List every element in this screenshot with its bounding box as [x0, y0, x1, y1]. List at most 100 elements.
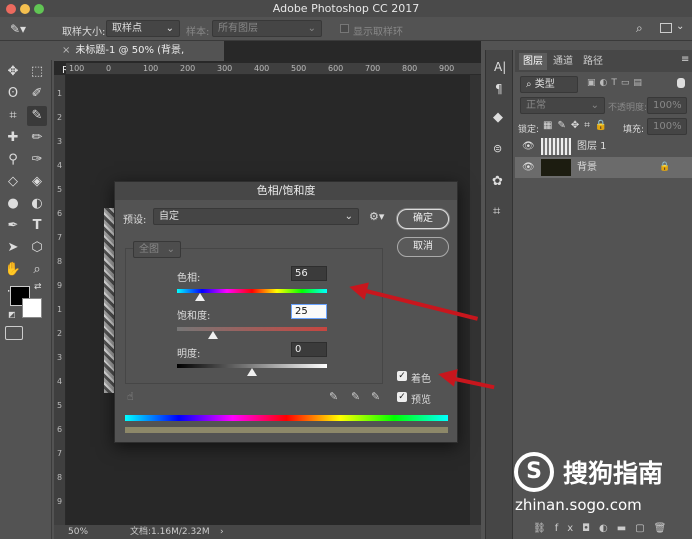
swap-colors-icon[interactable]: ⇄: [34, 282, 42, 292]
blend-mode-select[interactable]: 正常 ⌄: [520, 97, 605, 114]
sample-size-select[interactable]: 取样点 ⌄: [106, 20, 180, 37]
dialog-title: 色相/饱和度: [115, 182, 457, 200]
tab-channels[interactable]: 通道: [553, 53, 573, 70]
visibility-eye-icon[interactable]: 👁: [522, 157, 535, 178]
ruler-tick-label: 6: [57, 425, 63, 434]
type-tool-icon[interactable]: T: [27, 216, 47, 236]
workspace-icon[interactable]: [660, 23, 672, 33]
ruler-tick-label: 9: [57, 497, 63, 506]
zoom-window-button[interactable]: [34, 4, 44, 14]
properties-panel-icon[interactable]: ⊜: [493, 142, 502, 155]
show-ring-checkbox[interactable]: [340, 24, 349, 33]
fill-field[interactable]: 100%: [647, 118, 687, 135]
hue-slider-thumb[interactable]: [195, 293, 205, 301]
path-select-tool-icon[interactable]: ➤: [3, 238, 23, 258]
preset-label: 预设:: [123, 215, 147, 226]
tab-paths[interactable]: 路径: [583, 53, 603, 70]
ruler-tick-label: 2: [57, 329, 63, 338]
eyedropper-icon[interactable]: ✎: [329, 390, 338, 403]
preview-checkbox[interactable]: ✓: [397, 392, 407, 402]
eyedropper-tool-icon[interactable]: ✎: [27, 106, 47, 126]
window-titlebar: Adobe Photoshop CC 2017: [0, 0, 692, 17]
document-tab[interactable]: ×未标题-1 @ 50% (背景, RGB/8*) *: [54, 41, 224, 76]
ruler-tick-label: 600: [328, 64, 344, 73]
hue-saturation-dialog: 色相/饱和度 预设: 自定 ⌄ ⚙▾ 确定 取消 全图 ⌄ 色相: 56 饱和度: …: [114, 181, 458, 443]
eyedropper-icon[interactable]: ✎▾: [10, 22, 26, 36]
paragraph-panel-icon[interactable]: ¶: [495, 82, 503, 96]
cancel-button[interactable]: 取消: [397, 237, 449, 257]
libraries-panel-icon[interactable]: ✿: [492, 174, 503, 189]
tab-layers[interactable]: 图层: [519, 53, 547, 70]
lightness-label: 明度:: [177, 349, 201, 360]
lock-label: 锁定:: [518, 125, 540, 135]
shape-tool-icon[interactable]: ⬡: [27, 238, 47, 258]
options-bar: ✎▾ 取样大小: 取样点 ⌄ 样本: 所有图层 ⌄ 显示取样环 ⌕ ⌄: [0, 17, 692, 41]
layers-panel-icon[interactable]: ◆: [493, 110, 503, 125]
saturation-track[interactable]: [177, 327, 327, 331]
ruler-tick-label: 0: [106, 64, 112, 73]
background-color-swatch[interactable]: [22, 298, 42, 318]
colorize-checkbox[interactable]: ✓: [397, 371, 407, 381]
healing-brush-tool-icon[interactable]: ✚: [3, 128, 23, 148]
ok-button[interactable]: 确定: [397, 209, 449, 229]
horizontal-ruler: 100 0 100 200 300 400 500 600 700 800 900: [66, 63, 481, 75]
layer-row[interactable]: 👁 图层 1: [515, 136, 692, 157]
brush-tool-icon[interactable]: ✏: [27, 128, 47, 148]
eraser-tool-icon[interactable]: ◇: [3, 172, 23, 192]
pen-tool-icon[interactable]: ✒: [3, 216, 23, 236]
workspace-chevron-icon[interactable]: ⌄: [676, 21, 684, 32]
add-to-sample-icon[interactable]: ✎: [351, 390, 360, 403]
layer-actions[interactable]: ⛓fx◘◐▬▢🗑: [515, 519, 692, 539]
paint-bucket-tool-icon[interactable]: ◈: [27, 172, 47, 192]
quick-mask-icon[interactable]: [5, 326, 23, 340]
marquee-tool-icon[interactable]: ⬚: [27, 62, 47, 82]
hand-tool-icon[interactable]: ✋: [3, 260, 23, 280]
opacity-field[interactable]: 100%: [647, 97, 687, 114]
close-window-button[interactable]: [6, 4, 16, 14]
panel-menu-icon[interactable]: ≡: [681, 54, 689, 65]
channel-select[interactable]: 全图 ⌄: [133, 241, 181, 258]
layer-row[interactable]: 👁 背景 🔒: [515, 157, 692, 178]
fill-label: 填充:: [623, 125, 645, 135]
filter-icons[interactable]: ▣◐T▭▤: [587, 78, 646, 88]
visibility-eye-icon[interactable]: 👁: [522, 136, 535, 157]
subtract-from-sample-icon[interactable]: ✎: [371, 390, 380, 403]
ruler-tick-label: 700: [365, 64, 381, 73]
saturation-slider-thumb[interactable]: [208, 331, 218, 339]
lasso-tool-icon[interactable]: ʘ: [3, 84, 23, 104]
default-colors-icon[interactable]: ◩: [8, 310, 16, 319]
blur-tool-icon[interactable]: ●: [3, 194, 23, 214]
lightness-field[interactable]: 0: [291, 342, 327, 357]
lock-icons[interactable]: ▦✎✥⌗🔒: [543, 120, 612, 131]
layer-name: 图层 1: [577, 141, 607, 152]
dodge-tool-icon[interactable]: ◐: [27, 194, 47, 214]
quick-select-tool-icon[interactable]: ✐: [27, 84, 47, 104]
crop-panel-icon[interactable]: ⌗: [493, 204, 500, 219]
preset-select[interactable]: 自定 ⌄: [153, 208, 359, 225]
ruler-tick-label: 8: [57, 473, 63, 482]
colorize-label: 着色: [411, 374, 431, 385]
move-tool-icon[interactable]: ✥: [3, 62, 23, 82]
zoom-level[interactable]: 50%: [68, 525, 88, 539]
preset-options-gear-icon[interactable]: ⚙▾: [369, 210, 384, 223]
ruler-tick-label: 5: [57, 401, 63, 410]
lightness-slider-thumb[interactable]: [247, 368, 257, 376]
saturation-label: 饱和度:: [177, 311, 211, 322]
filter-toggle[interactable]: [677, 78, 685, 88]
stamp-tool-icon[interactable]: ⚲: [3, 150, 23, 170]
history-brush-tool-icon[interactable]: ✑: [27, 150, 47, 170]
status-chevron-icon[interactable]: ›: [220, 525, 224, 539]
zoom-tool-icon[interactable]: ⌕: [27, 260, 47, 280]
vertical-scrollbar[interactable]: [470, 75, 481, 525]
hue-field[interactable]: 56: [291, 266, 327, 281]
crop-tool-icon[interactable]: ⌗: [3, 106, 23, 126]
saturation-field[interactable]: 25: [291, 304, 327, 319]
layer-filter-select[interactable]: ⌕ 类型: [520, 76, 578, 93]
character-panel-icon[interactable]: A|: [494, 60, 506, 74]
search-icon[interactable]: ⌕: [636, 21, 643, 36]
targeted-adjustment-hand-icon[interactable]: ☝: [127, 390, 134, 403]
output-color-bar: [125, 427, 448, 433]
minimize-window-button[interactable]: [20, 4, 30, 14]
sample-select[interactable]: 所有图层 ⌄: [212, 20, 322, 37]
close-tab-icon[interactable]: ×: [62, 45, 70, 56]
